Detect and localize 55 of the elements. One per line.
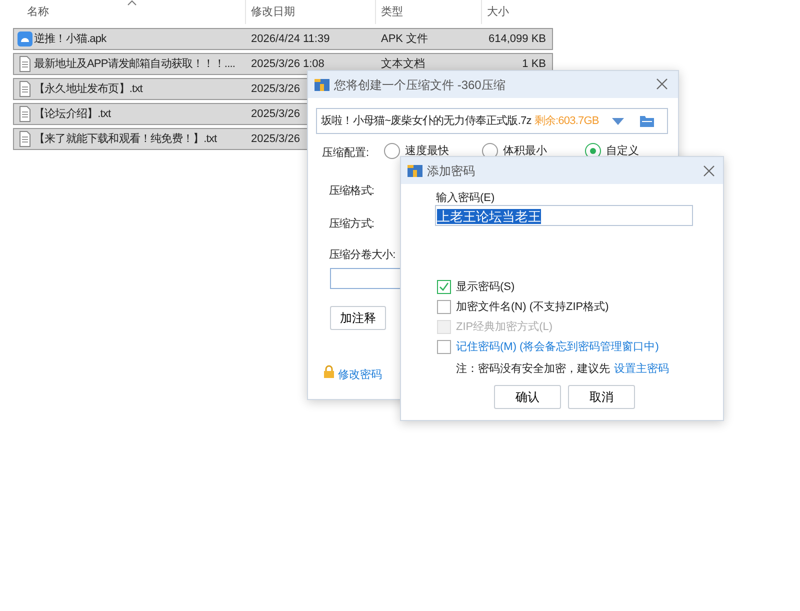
window-title: 添加密码 (427, 162, 475, 180)
file-name: 【永久地址发布页】.txt (34, 82, 142, 97)
change-password-link[interactable]: 修改密码 (338, 367, 382, 384)
modified-date: 2025/3/26 1:08 (251, 57, 324, 72)
file-name: 【来了就能下载和观看！纯免费！】.txt (34, 132, 217, 147)
sort-icon (127, 0, 137, 6)
lock-icon (323, 365, 335, 379)
file-name: 【论坛介绍】.txt (34, 106, 111, 122)
set-master-password-link[interactable]: 设置主密码 (614, 363, 669, 375)
archive-icon (314, 76, 330, 92)
window-title: 您将创建一个压缩文件 -360压缩 (334, 76, 506, 94)
checkbox[interactable] (437, 300, 451, 314)
file-type: 文本文档 (381, 56, 425, 72)
document-icon (17, 106, 33, 122)
checkbox[interactable] (437, 340, 451, 354)
column-header[interactable]: 大小 (487, 4, 509, 20)
password-field[interactable]: 上老王论坛当老王 (435, 205, 693, 226)
checkbox-label: ZIP经典加密方式(L) (456, 320, 553, 335)
document-icon (17, 81, 33, 97)
split-size-label: 压缩分卷大小: (329, 248, 396, 263)
modified-date: 2025/3/26 (251, 82, 300, 97)
dialog-button[interactable]: 确认 (494, 385, 561, 409)
checkbox-label: 显示密码(S) (456, 280, 515, 295)
note-text: 注：密码没有安全加密，建议先 (456, 363, 610, 375)
method-label: 压缩方式: (329, 216, 374, 232)
password-label: 输入密码(E) (436, 190, 495, 206)
file-name: 最新地址及APP请发邮箱自动获取！！！.... (34, 56, 236, 72)
file-type: APK 文件 (381, 32, 428, 47)
column-header[interactable]: 类型 (381, 4, 403, 20)
close-icon (656, 78, 668, 90)
file-row[interactable]: 最新地址及APP请发邮箱自动获取！！！.... 2025/3/26 1:08 文本文档 1 KB (13, 53, 553, 75)
file-size: 614,099 KB (488, 32, 546, 47)
folder-icon (638, 114, 655, 128)
archive-path-field[interactable]: 坂啦！小母猫~废柴女仆的无力侍奉正式版.7z 剩余:603.7GB (316, 108, 668, 134)
android-app-icon (17, 31, 33, 47)
column-header[interactable]: 修改日期 (251, 4, 295, 20)
file-size: 1 KB (522, 57, 546, 72)
checkbox[interactable] (437, 280, 451, 294)
close-icon (703, 165, 715, 177)
radio-label: 自定义 (606, 144, 639, 159)
modified-date: 2025/3/26 (251, 107, 300, 122)
format-label: 压缩格式: (329, 184, 374, 199)
document-icon (17, 131, 33, 147)
dialog-button[interactable]: 取消 (568, 385, 635, 409)
archive-icon (407, 162, 423, 178)
dropdown-icon (612, 118, 624, 124)
checkbox-label: 记住密码(M) (将会备忘到密码管理窗口中) (456, 340, 659, 355)
checkbox-label: 加密文件名(N) (不支持ZIP格式) (456, 300, 609, 315)
file-row[interactable]: 逆推！小猫.apk 2026/4/24 11:39 APK 文件 614,099 KB (13, 28, 553, 50)
document-icon (17, 56, 33, 72)
file-name: 逆推！小猫.apk (34, 32, 106, 47)
modified-date: 2026/4/24 11:39 (251, 32, 330, 47)
add-comment-button[interactable]: 加注释 (330, 306, 386, 330)
modified-date: 2025/3/26 (251, 132, 300, 147)
column-header[interactable]: 名称 (27, 4, 49, 20)
